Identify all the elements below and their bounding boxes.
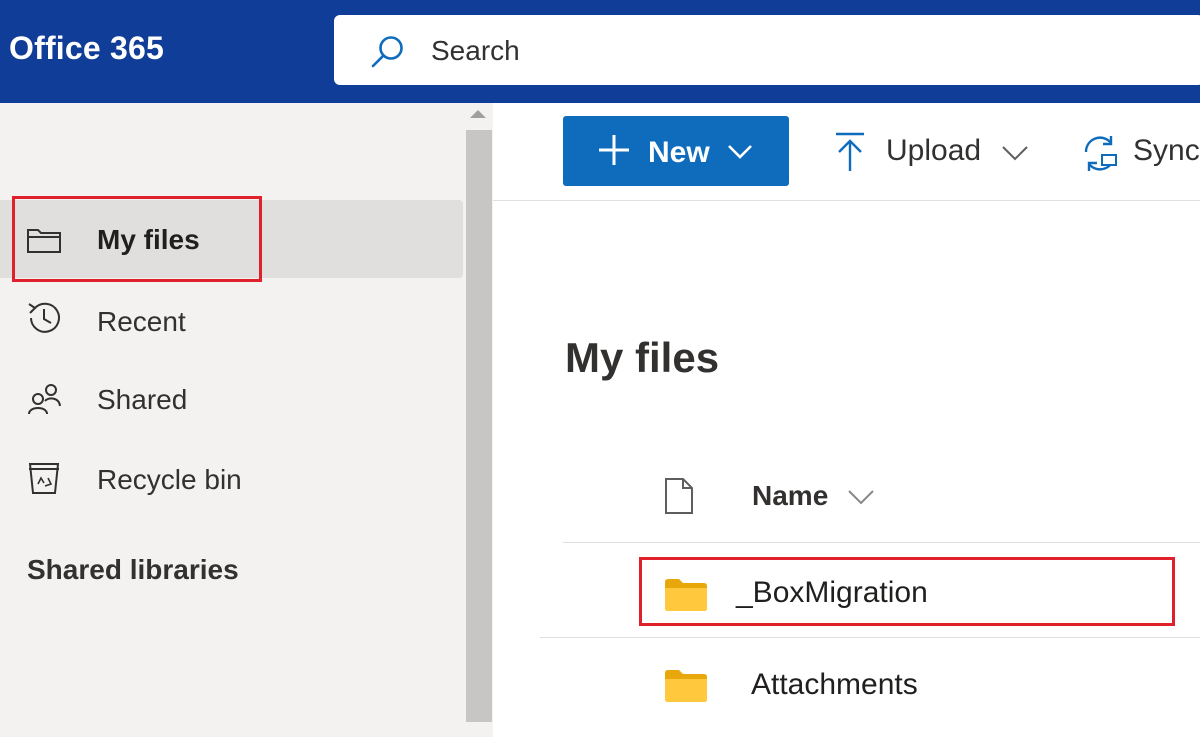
new-button[interactable]: New [563, 116, 789, 186]
folder-icon [665, 579, 707, 611]
upload-icon [836, 132, 864, 171]
column-header-name[interactable]: Name [752, 480, 828, 512]
file-type-icon[interactable] [663, 477, 695, 515]
search-input[interactable]: Search [431, 35, 520, 67]
top-app-bar: Office 365 Search [0, 0, 1200, 103]
folder-icon [665, 670, 707, 702]
sidebar-item-my-files[interactable]: My files [0, 200, 463, 278]
upload-button-label: Upload [886, 134, 982, 167]
sidebar-item-recent[interactable]: Recent [0, 282, 463, 360]
clock-history-icon [28, 302, 60, 333]
chevron-down-icon [1002, 146, 1028, 161]
recycle-bin-icon [28, 463, 60, 494]
new-button-label: New [648, 136, 710, 169]
sidebar-item-shared[interactable]: Shared [0, 360, 463, 438]
search-icon [371, 36, 403, 68]
plus-icon [599, 135, 629, 165]
sidebar-item-label: Shared [97, 384, 188, 415]
folder-icon [27, 229, 61, 253]
scrollbar-thumb[interactable] [466, 130, 492, 722]
file-name-link[interactable]: Attachments [751, 668, 918, 702]
scroll-up-arrow-icon[interactable] [470, 110, 486, 118]
search-box[interactable]: Search [334, 15, 1200, 85]
app-brand[interactable]: Office 365 [9, 30, 164, 67]
upload-button[interactable]: Upload [830, 125, 1040, 181]
sync-button-label: Sync [1133, 134, 1200, 167]
page-title: My files [565, 334, 720, 381]
column-header-divider [563, 542, 1200, 543]
sync-button[interactable]: Sync [1078, 125, 1200, 181]
command-bar-divider [493, 200, 1200, 201]
shared-libraries-heading[interactable]: Shared libraries [27, 554, 239, 586]
row-divider [540, 637, 1200, 638]
sidebar-item-recycle-bin[interactable]: Recycle bin [0, 440, 463, 518]
chevron-down-icon [728, 145, 752, 159]
sync-icon [1084, 136, 1117, 171]
people-icon [28, 384, 61, 415]
sidebar-item-label: Recycle bin [97, 464, 242, 495]
chevron-down-icon[interactable] [847, 482, 875, 510]
sidebar-item-label: My files [97, 224, 200, 255]
file-name-link[interactable]: _BoxMigration [736, 576, 928, 610]
sidebar-item-label: Recent [97, 306, 186, 337]
